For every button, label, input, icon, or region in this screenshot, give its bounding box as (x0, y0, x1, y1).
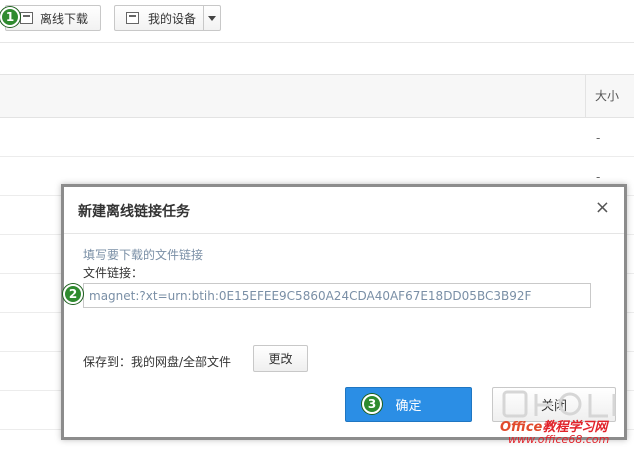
dialog-title: 新建离线链接任务 (78, 204, 190, 220)
file-link-label: 文件链接： (83, 266, 144, 280)
my-devices-label: 我的设备 (148, 11, 197, 26)
chevron-down-icon[interactable] (208, 16, 216, 21)
link-hint: 填写要下载的文件链接 (83, 248, 204, 262)
toolbar: 离线下载 我的设备 (0, 0, 634, 43)
download-icon (20, 12, 33, 24)
dialog-header: 新建离线链接任务 × (64, 187, 624, 234)
watermark-url: www.office68.com (508, 433, 610, 446)
step-badge-3: 3 (362, 394, 382, 414)
my-devices-button[interactable]: 我的设备 (114, 5, 221, 31)
device-icon (126, 12, 139, 24)
offline-download-label: 离线下载 (40, 11, 89, 26)
file-link-input[interactable] (83, 283, 591, 308)
column-header-size[interactable]: 大小 (585, 75, 619, 117)
save-location-label: 保存到：我的网盘/全部文件 (83, 355, 232, 369)
table-row[interactable]: - (0, 118, 634, 157)
row-size: - (596, 170, 601, 184)
row-size: - (596, 131, 601, 145)
change-location-button[interactable]: 更改 (253, 345, 308, 372)
step-badge-2: 2 (63, 284, 83, 304)
close-icon[interactable]: × (595, 199, 610, 217)
dropdown-divider (203, 6, 204, 30)
step-badge-1: 1 (0, 7, 20, 27)
list-header: 大小 (0, 74, 634, 118)
